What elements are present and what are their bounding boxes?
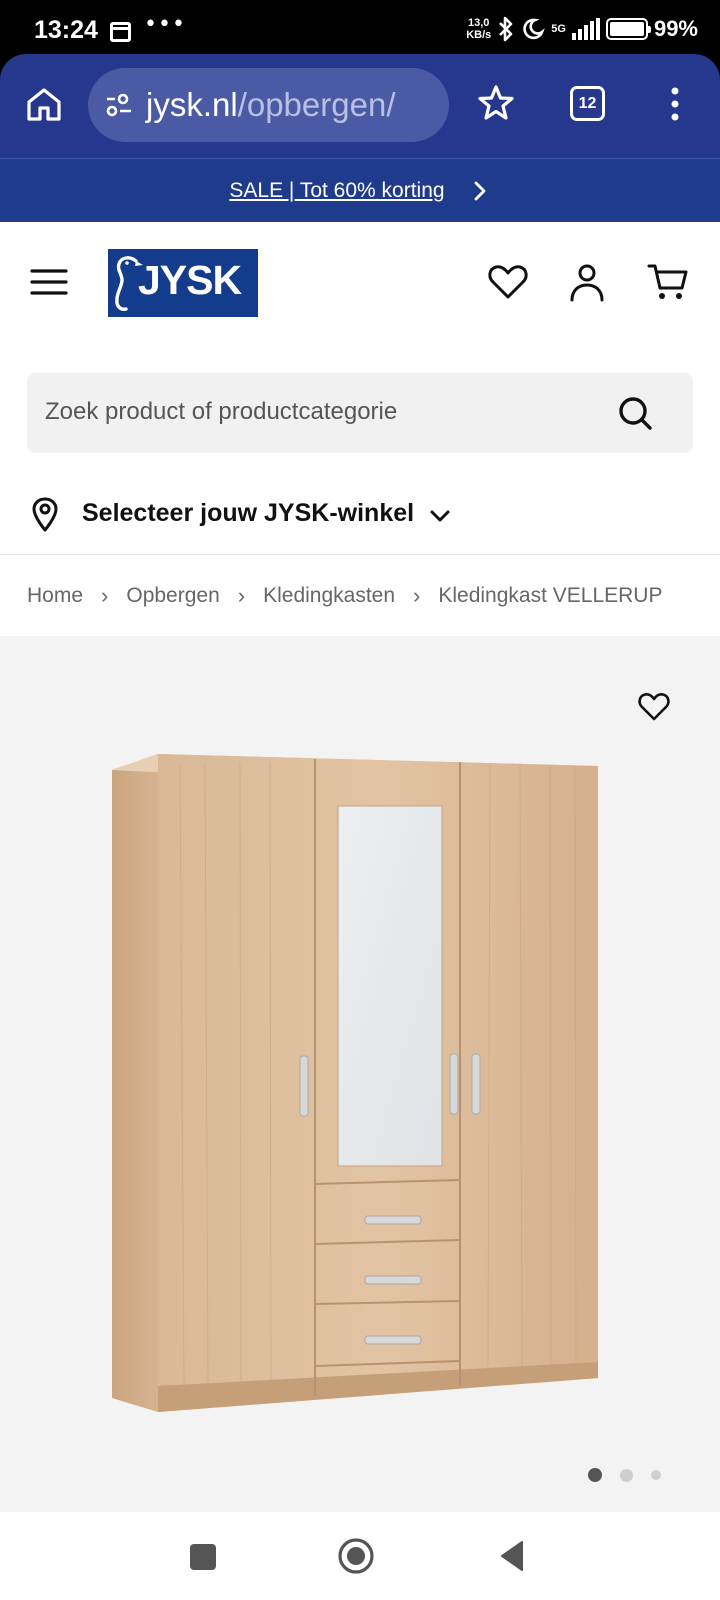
jysk-logo[interactable]: JYSK: [108, 249, 258, 317]
breadcrumb-item-current: Kledingkast VELLERUP: [438, 584, 663, 607]
cart-icon[interactable]: [646, 260, 690, 304]
favorite-heart-icon[interactable]: [636, 688, 672, 724]
url-text[interactable]: jysk.nl/opbergen/: [146, 86, 396, 124]
network-type: 5G: [551, 23, 566, 35]
pagination-dot-active[interactable]: [588, 1468, 602, 1482]
logo-wordmark: JYSK: [138, 257, 242, 303]
breadcrumb-separator-icon: ›: [413, 583, 421, 608]
breadcrumb: Home › Opbergen › Kledingkasten › Kledin…: [27, 583, 662, 609]
search-icon[interactable]: [615, 393, 655, 433]
system-nav-bar: [0, 1512, 720, 1600]
battery-percent: 99%: [653, 16, 698, 41]
chevron-right-icon: [474, 181, 485, 200]
product-gallery[interactable]: [0, 636, 720, 1512]
home-circle-icon[interactable]: [336, 1536, 376, 1576]
pagination-dot[interactable]: [651, 1470, 661, 1480]
breadcrumb-item-kledingkasten[interactable]: Kledingkasten: [263, 584, 395, 608]
network-speed: 13,0 KB/s: [466, 17, 492, 41]
status-time: 13:24: [34, 16, 98, 44]
site-header: JYSK: [0, 222, 720, 352]
site-settings-icon[interactable]: [104, 90, 134, 120]
breadcrumb-separator-icon: ›: [237, 583, 246, 608]
pagination-dot[interactable]: [620, 1468, 633, 1482]
calendar-icon: [110, 22, 131, 42]
bookmark-star-icon[interactable]: [476, 83, 516, 123]
signal-icon: [571, 18, 600, 40]
more-notifications-icon: •••: [144, 12, 186, 37]
user-icon[interactable]: [565, 260, 609, 304]
menu-icon[interactable]: [30, 265, 68, 299]
breadcrumb-separator-icon: ›: [101, 583, 109, 608]
gallery-pagination: [588, 1468, 661, 1482]
store-selector[interactable]: Selecteer jouw JYSK-winkel: [0, 484, 720, 554]
location-pin-icon: [32, 497, 58, 532]
breadcrumb-item-home[interactable]: Home: [27, 584, 83, 608]
product-image-wardrobe[interactable]: [110, 746, 620, 1426]
home-icon[interactable]: [24, 84, 64, 124]
tab-switcher-button[interactable]: 12: [570, 86, 605, 121]
sale-banner-link[interactable]: SALE | Tot 60% korting: [229, 179, 444, 203]
store-selector-label[interactable]: Selecteer jouw JYSK-winkel: [82, 499, 414, 528]
status-bar: 13:24 ••• 13,0 KB/s 5G 99%: [0, 0, 720, 62]
breadcrumb-item-opbergen[interactable]: Opbergen: [126, 584, 219, 608]
search-placeholder: Zoek product of productcategorie: [45, 398, 398, 425]
sale-banner[interactable]: SALE | Tot 60% korting: [0, 158, 720, 222]
battery-icon: [605, 18, 651, 40]
battery-fill: [609, 22, 644, 36]
browser-toolbar: jysk.nl/opbergen/ 12: [0, 54, 720, 158]
divider: [0, 554, 720, 555]
address-bar[interactable]: jysk.nl/opbergen/: [88, 68, 449, 142]
url-domain: jysk.nl: [146, 86, 238, 123]
bluetooth-icon: [499, 16, 513, 42]
back-triangle-icon[interactable]: [494, 1536, 534, 1576]
chevron-down-icon: [430, 510, 450, 522]
moon-icon: [523, 18, 546, 40]
recents-square-icon[interactable]: [182, 1536, 222, 1576]
heart-icon[interactable]: [486, 260, 530, 304]
status-right: 13,0 KB/s 5G 99%: [466, 16, 698, 42]
search-input[interactable]: Zoek product of productcategorie: [27, 373, 693, 453]
more-vert-icon[interactable]: [665, 84, 685, 124]
url-path: /opbergen/: [237, 86, 396, 123]
page-content: JYSK Zoek product of productcategorie Se…: [0, 222, 720, 1512]
